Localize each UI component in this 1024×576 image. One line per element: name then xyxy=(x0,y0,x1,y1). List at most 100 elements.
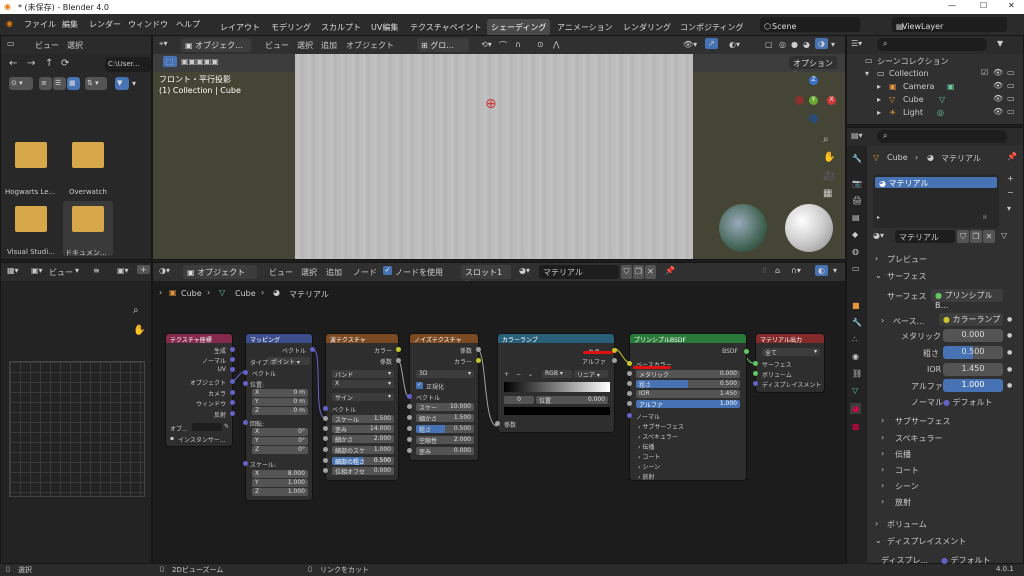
navigation-gizmo[interactable]: Z Y X xyxy=(791,76,841,126)
type-dropdown[interactable]: ポイント ▾ xyxy=(268,357,310,366)
chevron-down-icon[interactable]: ⌄ xyxy=(528,371,533,378)
tab-shading[interactable]: シェーディング xyxy=(487,19,551,36)
wave-phase-field[interactable]: 位相オフセ 0.000 xyxy=(332,467,394,476)
tool-tab-icon[interactable]: 🔧 xyxy=(852,154,862,163)
noise-detail-field[interactable]: 細かさ 1.500 xyxy=(416,414,474,423)
blender-menu-icon[interactable]: ◉ xyxy=(6,19,13,28)
expand-icon[interactable]: › xyxy=(881,416,884,425)
socket-dot[interactable] xyxy=(243,381,248,386)
expand-icon[interactable]: › xyxy=(881,316,884,325)
bsdf-panel-coat[interactable]: › コート xyxy=(638,452,660,461)
menu-view[interactable]: ビュー xyxy=(35,40,59,51)
remove-slot-icon[interactable]: − xyxy=(1007,188,1014,197)
file-item[interactable]: Visual Studi... xyxy=(5,206,65,261)
ramp-stop-position[interactable]: 位置 0.000 xyxy=(536,396,608,405)
material-browse-icon[interactable]: ◕▾ xyxy=(873,231,884,240)
scene-selector[interactable]: ⬡ Scene xyxy=(760,17,860,32)
tab-uv[interactable]: UV編集 xyxy=(367,19,402,36)
expand-icon[interactable]: ⌄ xyxy=(875,536,882,545)
noise-dimension-dropdown[interactable]: 3D ▾ xyxy=(416,370,474,378)
socket-dot[interactable] xyxy=(744,349,749,354)
rotation-x[interactable]: X 0° xyxy=(252,428,308,436)
socket-dot[interactable] xyxy=(627,381,632,386)
socket-dot[interactable] xyxy=(230,411,235,416)
scale-x[interactable]: X 8.000 xyxy=(252,470,308,478)
metallic-field[interactable]: 0.000 xyxy=(943,329,1003,342)
hand-icon[interactable]: ✋ xyxy=(823,152,835,163)
menu-select[interactable]: 選択 xyxy=(67,40,83,51)
data-tab-icon[interactable]: ▽ xyxy=(852,386,858,395)
maximize-icon[interactable]: ☐ xyxy=(980,1,987,10)
socket-dot[interactable] xyxy=(407,404,412,409)
bsdf-panel-specular[interactable]: › スペキュラー xyxy=(638,432,678,441)
node-editor[interactable]: ◑▾ ▣ オブジェクト ビュー 選択 追加 ノード ✓ ノードを使用 スロット1… xyxy=(152,262,846,564)
socket-dot[interactable] xyxy=(243,370,248,375)
menu-select[interactable]: 選択 xyxy=(297,40,313,51)
ramp-stop-index[interactable]: 0 xyxy=(504,396,534,404)
pivot-icon[interactable]: ⟲▾ xyxy=(481,40,492,49)
world-tab-icon[interactable]: ◍ xyxy=(852,247,859,256)
socket-dot[interactable] xyxy=(230,379,235,384)
collapse-icon[interactable]: › xyxy=(875,254,878,263)
view-layer-tab-icon[interactable]: ▤ xyxy=(852,213,860,222)
chevron-down-icon[interactable]: ▾ xyxy=(831,40,835,49)
thumbnail-icon[interactable]: ▦ xyxy=(67,77,80,90)
noise-lacunarity-field[interactable]: 空隙性 2.000 xyxy=(416,436,474,445)
bsdf-alpha-field[interactable]: アルファ 1.000 xyxy=(636,400,740,409)
expand-icon[interactable]: › xyxy=(875,519,878,528)
menu-help[interactable]: ヘルプ xyxy=(176,19,200,30)
socket-dot[interactable] xyxy=(230,367,235,372)
wave-scale-field[interactable]: スケール 1.500 xyxy=(332,415,394,424)
wireframe-shading-icon[interactable]: ◎ xyxy=(779,40,786,49)
socket-dot[interactable] xyxy=(627,391,632,396)
camera-visibility-icon[interactable]: ▭ xyxy=(1007,81,1015,90)
duplicate-icon[interactable]: ❐ xyxy=(970,230,982,243)
back-icon[interactable]: ← xyxy=(9,58,17,69)
socket-dot[interactable] xyxy=(407,394,412,399)
node-noise-texture[interactable]: ノイズテクスチャ 係数 カラー 3D ▾ ✓ 正規化 ベクトル スケー 10.000… xyxy=(407,333,481,461)
scale-y[interactable]: Y 1.000 xyxy=(252,479,308,487)
location-x[interactable]: X 0 m xyxy=(252,389,308,397)
socket-dot[interactable] xyxy=(230,390,235,395)
filter-icon[interactable]: ▼ xyxy=(997,39,1003,48)
camera-visibility-icon[interactable]: ▭ xyxy=(1007,107,1015,116)
menu-render[interactable]: レンダー xyxy=(89,19,121,30)
node-principled-bsdf[interactable]: プリンシプルBSDF BSDF ベースカラー メタリック0.000 粗さ0.50… xyxy=(627,333,749,481)
panel-subsurface[interactable]: サブサーフェス xyxy=(895,416,951,427)
grid-icon[interactable]: ▦ xyxy=(823,188,832,199)
add-stop-icon[interactable]: + xyxy=(504,371,509,378)
proportional-icon[interactable]: ⊙ xyxy=(537,40,544,49)
socket-dot[interactable] xyxy=(310,347,315,352)
image-browse-icon[interactable]: ▣▾ xyxy=(117,266,129,275)
hand-icon[interactable]: ✋ xyxy=(133,325,145,336)
ior-field[interactable]: 1.450 xyxy=(943,363,1003,376)
list-view-icon[interactable]: ≡ xyxy=(39,77,52,90)
socket-dot[interactable] xyxy=(230,357,235,362)
sort-icon[interactable]: ⇅ ▾ xyxy=(85,77,107,90)
socket-dot[interactable] xyxy=(476,358,481,363)
zoom-icon[interactable]: ⌕ xyxy=(133,305,139,316)
socket-dot[interactable] xyxy=(407,426,412,431)
material-shading-icon[interactable]: ◕ xyxy=(803,40,810,49)
menu-window[interactable]: ウィンドウ xyxy=(128,19,168,30)
outliner-item-light[interactable]: Light xyxy=(903,108,923,117)
tab-animation[interactable]: アニメーション xyxy=(553,19,617,36)
bsdf-panel-sheen[interactable]: › シーン xyxy=(638,462,660,471)
socket-dot[interactable] xyxy=(753,371,758,376)
uv-grid[interactable] xyxy=(9,361,145,497)
gizmo-z-icon[interactable]: Z xyxy=(809,76,818,85)
ramp-interpolation[interactable]: リニア ▾ xyxy=(574,370,608,379)
gizmo-negz-icon[interactable] xyxy=(809,114,818,123)
properties-type-icon[interactable]: ▤▾ xyxy=(851,131,863,140)
socket-dot[interactable] xyxy=(627,361,632,366)
solid-shading-icon[interactable]: ● xyxy=(791,40,798,49)
menu-file[interactable]: ファイル xyxy=(24,19,56,30)
new-image-icon[interactable]: + xyxy=(137,265,150,274)
socket-dot[interactable] xyxy=(627,413,632,418)
editor-type-icon[interactable]: ▦▾ xyxy=(7,266,19,275)
bsdf-panel-transmission[interactable]: › 伝播 xyxy=(638,442,654,451)
socket-dot[interactable] xyxy=(753,381,758,386)
panel-coat[interactable]: コート xyxy=(895,465,919,476)
list-icon[interactable]: ≡ xyxy=(93,266,100,275)
panel-emission[interactable]: 放射 xyxy=(895,497,911,508)
